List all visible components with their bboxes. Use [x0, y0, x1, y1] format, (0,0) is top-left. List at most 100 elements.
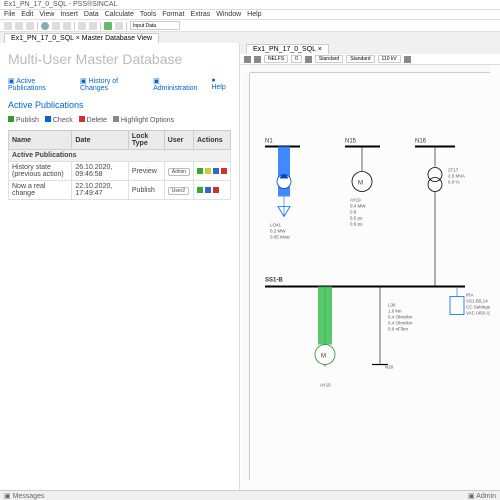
- menu-tools[interactable]: Tools: [140, 11, 156, 18]
- action-delete[interactable]: Delete: [79, 116, 107, 124]
- svg-text:M: M: [358, 181, 363, 187]
- single-line-diagram[interactable]: N1 N15 N16 LO41 0.2 MW 0.05 Mvar M AY19: [250, 73, 490, 480]
- redo-icon[interactable]: [89, 22, 97, 30]
- ied-name: IRA: [466, 293, 474, 298]
- col-user[interactable]: User: [164, 131, 193, 150]
- save-icon[interactable]: [26, 22, 34, 30]
- std1-select[interactable]: Standard: [315, 55, 343, 63]
- mot1-r: 0.9 pu: [350, 222, 363, 227]
- act-publish-icon[interactable]: [197, 187, 203, 193]
- act-view-icon[interactable]: [205, 187, 211, 193]
- act-publish-icon[interactable]: [197, 168, 203, 174]
- line-x: 0.4 Ohm/km: [388, 321, 413, 326]
- act-delete-icon[interactable]: [213, 187, 219, 193]
- ruler-horizontal: [250, 65, 490, 73]
- trf-uk: 6.0 %: [448, 180, 460, 185]
- ied-vac: VAC (450 A): [466, 311, 490, 316]
- col-date[interactable]: Date: [72, 131, 129, 150]
- nav-help[interactable]: ● Help: [211, 77, 231, 92]
- highlight-line[interactable]: [318, 287, 332, 345]
- menu-extras[interactable]: Extras: [190, 11, 210, 18]
- titlebar: Ex1_PN_17_0_SQL - PSS®SINCAL: [0, 0, 500, 10]
- line-r: 0.4 Ohm/km: [388, 315, 413, 320]
- row-actions: [197, 187, 227, 193]
- table-row[interactable]: History state (previous action) 26.10.20…: [9, 162, 231, 181]
- line-name: L36: [388, 303, 396, 308]
- table-group[interactable]: Active Publications: [9, 150, 231, 162]
- user-btn[interactable]: User2: [168, 187, 189, 195]
- trf-s: 2.0 MVA: [448, 174, 465, 179]
- action-check[interactable]: Check: [45, 116, 73, 124]
- menu-calculate[interactable]: Calculate: [105, 11, 134, 18]
- line-len: 1.0 km: [388, 309, 402, 314]
- paste-icon[interactable]: [63, 22, 71, 30]
- pointer-icon[interactable]: [244, 56, 251, 63]
- col-actions[interactable]: Actions: [193, 131, 230, 150]
- action-highlight[interactable]: Highlight Options: [113, 116, 174, 124]
- method-select[interactable]: NELFS: [264, 55, 288, 63]
- act-view-icon[interactable]: [213, 168, 219, 174]
- status-messages[interactable]: ▣ Messages: [4, 492, 44, 500]
- calc-icon[interactable]: [104, 22, 112, 30]
- diagram-toolbar: NELFS 0 Standard Standard 110 kV: [240, 54, 500, 65]
- label-n1: N1: [265, 139, 273, 145]
- menu-format[interactable]: Format: [162, 11, 184, 18]
- publications-table: Name Date Lock Type User Actions Active …: [8, 130, 231, 200]
- layers-icon[interactable]: [404, 56, 411, 63]
- nav-links: ▣ Active Publications ▣ History of Chang…: [8, 77, 231, 92]
- menu-help[interactable]: Help: [247, 11, 261, 18]
- ied-cc: CC Settings: [466, 305, 490, 310]
- nav-admin[interactable]: ▣ Administration: [153, 77, 203, 92]
- user-btn[interactable]: Admin: [168, 168, 190, 176]
- tab-diagram[interactable]: Ex1_PN_17_0_SQL ×: [246, 44, 329, 54]
- menu-insert[interactable]: Insert: [60, 11, 78, 18]
- new-icon[interactable]: [4, 22, 12, 30]
- highlight-n1[interactable]: [278, 147, 290, 197]
- voltage-select[interactable]: 110 kV: [378, 55, 401, 63]
- menu-edit[interactable]: Edit: [21, 11, 33, 18]
- section-title: Active Publications: [8, 100, 231, 110]
- pan-icon[interactable]: [254, 56, 261, 63]
- act-delete-icon[interactable]: [221, 168, 227, 174]
- copy-icon[interactable]: [52, 22, 60, 30]
- menu-window[interactable]: Window: [216, 11, 241, 18]
- load-name: LO41: [270, 223, 282, 228]
- label-gen: AY15: [320, 383, 331, 388]
- statusbar: ▣ Messages ▣ Admin: [0, 490, 500, 500]
- load-p: 0.2 MW: [270, 229, 286, 234]
- tab-master-db[interactable]: Ex1_PN_17_0_SQL × Master Database View: [4, 33, 159, 43]
- mot1-cos: 0.9: [350, 210, 357, 215]
- line-c: 0.0 nF/km: [388, 327, 408, 332]
- ruler-vertical: [242, 73, 250, 480]
- open-icon[interactable]: [15, 22, 23, 30]
- table-row[interactable]: Now a real change 22.10.2020, 17:49:47 P…: [9, 181, 231, 200]
- input-data-field[interactable]: [130, 21, 180, 30]
- document-tabbar: Ex1_PN_17_0_SQL × Master Database View: [0, 32, 500, 43]
- label-n15: N15: [345, 139, 357, 145]
- col-name[interactable]: Name: [9, 131, 72, 150]
- diagram-pane: Ex1_PN_17_0_SQL × NELFS 0 Standard Stand…: [240, 43, 500, 490]
- row-actions: [197, 168, 227, 174]
- nav-history[interactable]: ▣ History of Changes: [80, 77, 145, 92]
- action-bar: Publish Check Delete Highlight Options: [8, 116, 231, 124]
- app-title: Ex1_PN_17_0_SQL - PSS®SINCAL: [4, 1, 117, 8]
- col-lock[interactable]: Lock Type: [128, 131, 164, 150]
- menu-file[interactable]: File: [4, 11, 15, 18]
- trf-secondary[interactable]: [428, 178, 442, 192]
- std2-select[interactable]: Standard: [346, 55, 374, 63]
- mot1-s: 9.5 pu: [350, 216, 363, 221]
- nav-active-pub[interactable]: ▣ Active Publications: [8, 77, 72, 92]
- action-publish[interactable]: Publish: [8, 116, 39, 124]
- step-select[interactable]: 0: [291, 55, 302, 63]
- menubar: File Edit View Insert Data Calculate Too…: [0, 10, 500, 20]
- undo-icon[interactable]: [78, 22, 86, 30]
- ied-symbol[interactable]: [450, 297, 464, 315]
- menu-data[interactable]: Data: [84, 11, 99, 18]
- run-icon[interactable]: [41, 22, 49, 30]
- act-edit-icon[interactable]: [205, 168, 211, 174]
- menu-view[interactable]: View: [39, 11, 54, 18]
- zoom-icon[interactable]: [115, 22, 123, 30]
- mot1-p: 0.4 MW: [350, 204, 366, 209]
- grid-icon[interactable]: [305, 56, 312, 63]
- label-n16: N16: [415, 139, 427, 145]
